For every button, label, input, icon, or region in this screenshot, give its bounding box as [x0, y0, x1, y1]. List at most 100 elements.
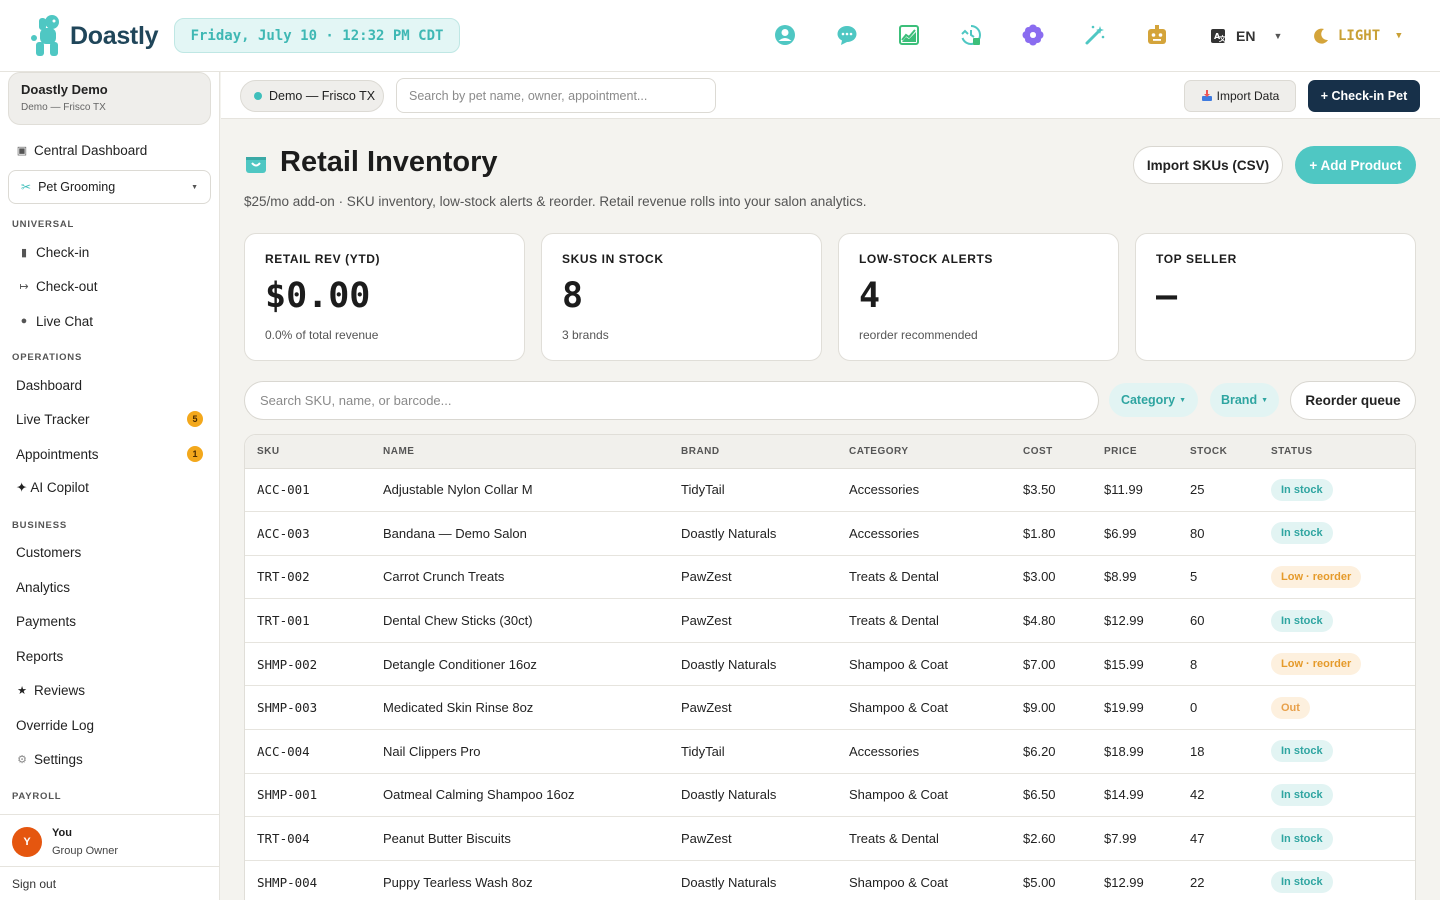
cost-cell: $3.00 [1023, 569, 1056, 585]
status-badge: Low · reorder [1271, 565, 1362, 588]
table-row[interactable]: TRT-002 Carrot Crunch Treats PawZest Treats… [245, 555, 1415, 599]
category-cell: Accessories [849, 482, 920, 498]
global-search-input[interactable] [396, 78, 716, 113]
sidebar-item-check-in[interactable]: ▮ Check-in [0, 244, 220, 260]
status-badge: Out [1271, 696, 1310, 719]
table-row[interactable]: ACC-004 Nail Clippers Pro TidyTail Accessor… [245, 730, 1415, 774]
stock-cell: 0 [1190, 700, 1198, 716]
check-in-pet-button[interactable]: + Check-in Pet [1308, 80, 1420, 112]
sku-cell: ACC-001 [257, 482, 310, 498]
add-product-button[interactable]: + Add Product [1295, 146, 1416, 184]
sku-cell: ACC-003 [257, 525, 310, 541]
language-selector[interactable]: A文 EN ▼ [1210, 24, 1282, 48]
top-bar: Doastly Friday, July 10 · 12:32 PM CDT A… [0, 0, 1440, 72]
chat-icon: ● [20, 315, 28, 327]
sidebar-item-analytics[interactable]: Analytics [0, 579, 220, 595]
sidebar-item-customers[interactable]: Customers [0, 544, 220, 560]
column-header-brand[interactable]: BRAND [669, 435, 837, 469]
table-row[interactable]: SHMP-003 Medicated Skin Rinse 8oz PawZest S… [245, 686, 1415, 730]
status-cell: In stock [1259, 599, 1415, 643]
price-cell: $19.99 [1104, 700, 1144, 716]
table-row[interactable]: ACC-003 Bandana — Demo Salon Doastly Natur… [245, 512, 1415, 556]
sidebar-item-label: Payments [16, 613, 77, 629]
inventory-table: SKU NAME BRAND CATEGORY COST PRICE STOCK… [244, 434, 1416, 900]
logo[interactable]: Doastly [30, 14, 159, 58]
import-data-button[interactable]: Import Data [1184, 80, 1296, 112]
history-clock-icon[interactable] [958, 22, 984, 48]
sidebar-item-label: Appointments [16, 446, 99, 462]
column-header-category[interactable]: CATEGORY [837, 435, 1011, 469]
table-row[interactable]: SHMP-004 Puppy Tearless Wash 8oz Doastly N… [245, 860, 1415, 900]
status-badge: In stock [1271, 522, 1333, 545]
sidebar-item-settings[interactable]: ⚙ Settings [0, 751, 220, 767]
sidebar-item-dashboard[interactable]: Dashboard [0, 377, 220, 393]
stat-value: 8 [562, 276, 584, 316]
table-row[interactable]: SHMP-001 Oatmeal Calming Shampoo 16oz Doas… [245, 773, 1415, 817]
sidebar-item-central-dashboard[interactable]: ▣ Central Dashboard [0, 142, 220, 158]
category-filter[interactable]: Category ▼ [1109, 383, 1198, 417]
chart-icon[interactable] [896, 22, 922, 48]
magic-wand-icon[interactable] [1082, 22, 1108, 48]
sidebar-item-label: ✦ AI Copilot [16, 480, 89, 495]
robot-icon[interactable] [1144, 22, 1170, 48]
chat-bubble-icon[interactable] [834, 22, 860, 48]
reorder-queue-button[interactable]: Reorder queue [1290, 381, 1416, 420]
column-header-cost[interactable]: COST [1011, 435, 1092, 469]
name-cell: Nail Clippers Pro [383, 743, 481, 759]
page-title: Retail Inventory [280, 146, 498, 178]
sidebar-item-appointments[interactable]: Appointments 1 [0, 446, 220, 462]
business-select[interactable]: ✂ Pet Grooming ▼ [8, 170, 211, 204]
sidebar-item-reports[interactable]: Reports [0, 648, 220, 664]
stat-value: $0.00 [265, 276, 371, 316]
sign-out-link[interactable]: Sign out [0, 866, 219, 900]
price-cell: $7.99 [1104, 831, 1137, 847]
sku-cell: SHMP-001 [257, 787, 318, 803]
column-header-price[interactable]: PRICE [1092, 435, 1178, 469]
name-cell: Detangle Conditioner 16oz [383, 656, 537, 672]
column-header-stock[interactable]: STOCK [1178, 435, 1259, 469]
flower-icon[interactable] [1020, 22, 1046, 48]
status-cell: Out [1259, 686, 1415, 730]
import-skus-button[interactable]: Import SKUs (CSV) [1133, 146, 1283, 184]
sidebar-item-label: Live Chat [36, 313, 94, 329]
org-card[interactable]: Doastly Demo Demo — Frisco TX [8, 72, 211, 125]
support-icon[interactable] [772, 22, 798, 48]
table-row[interactable]: TRT-004 Peanut Butter Biscuits PawZest Trea… [245, 817, 1415, 861]
sidebar-item-live-chat[interactable]: ● Live Chat [0, 313, 220, 329]
exit-icon: ↦ [19, 280, 29, 293]
sidebar-item-check-out[interactable]: ↦ Check-out [0, 278, 220, 294]
sidebar-item-label: Settings [34, 751, 83, 767]
theme-selector[interactable]: LIGHT ▼ [1312, 24, 1402, 48]
stock-cell: 80 [1190, 525, 1205, 541]
column-header-sku[interactable]: SKU [245, 435, 371, 469]
user-name: You [52, 827, 72, 839]
location-selector[interactable]: Demo — Frisco TX [240, 80, 384, 112]
brand-filter[interactable]: Brand ▼ [1210, 383, 1279, 417]
table-row[interactable]: TRT-001 Dental Chew Sticks (30ct) PawZest T… [245, 599, 1415, 643]
user-profile[interactable]: Y You Group Owner [0, 814, 219, 866]
sidebar-item-ai-copilot[interactable]: ✦ AI Copilot [0, 480, 220, 496]
cost-cell: $7.00 [1023, 656, 1056, 672]
brand-cell: Doastly Naturals [681, 787, 777, 803]
stat-sub: 3 brands [562, 328, 609, 342]
category-cell: Accessories [849, 525, 920, 541]
status-badge: In stock [1271, 478, 1333, 501]
stat-sub: 0.0% of total revenue [265, 328, 379, 342]
table-row[interactable]: ACC-001 Adjustable Nylon Collar M TidyTail… [245, 468, 1415, 512]
sku-search-input[interactable] [244, 381, 1099, 420]
sku-cell: TRT-002 [257, 569, 310, 585]
sidebar-item-live-tracker[interactable]: Live Tracker 5 [0, 411, 220, 427]
status-cell: In stock [1259, 512, 1415, 556]
location-label: Demo — Frisco TX [269, 89, 376, 103]
sidebar-item-override-log[interactable]: Override Log [0, 717, 220, 733]
caret-down-icon: ▼ [1396, 31, 1402, 41]
table-row[interactable]: SHMP-002 Detangle Conditioner 16oz Doastly… [245, 642, 1415, 686]
brand-cell: Doastly Naturals [681, 656, 777, 672]
sidebar-item-reviews[interactable]: ★ Reviews [0, 682, 220, 698]
sidebar-item-payments[interactable]: Payments [0, 613, 220, 629]
column-header-status[interactable]: STATUS [1259, 435, 1415, 469]
stat-label: RETAIL REV (YTD) [265, 252, 381, 266]
column-header-name[interactable]: NAME [371, 435, 669, 469]
name-cell: Dental Chew Sticks (30ct) [383, 613, 533, 629]
name-cell: Bandana — Demo Salon [383, 525, 527, 541]
